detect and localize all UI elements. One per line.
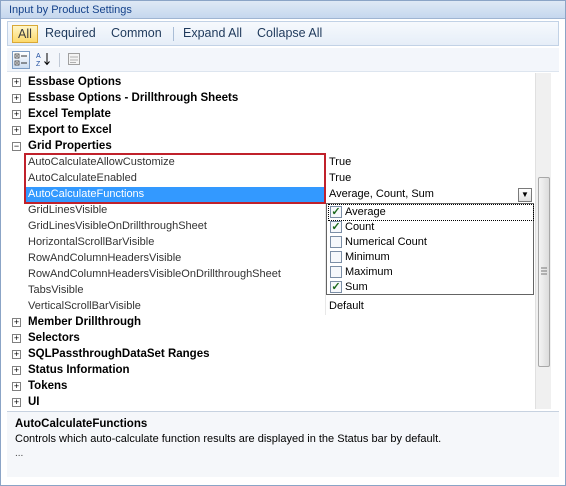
option-label: Count [345, 221, 375, 233]
property-value[interactable]: True [329, 156, 351, 168]
option-label: Numerical Count [345, 236, 427, 248]
vertical-scrollbar[interactable] [535, 73, 551, 409]
categorized-icon[interactable] [12, 51, 30, 69]
dropdown-arrow-button[interactable]: ▼ [518, 188, 532, 202]
property-value[interactable]: Default [329, 300, 364, 312]
dropdown-option-minimum[interactable]: Minimum [329, 250, 533, 265]
option-label: Average [345, 206, 386, 218]
filter-common-button[interactable]: Common [106, 25, 167, 43]
filter-required-button[interactable]: Required [40, 25, 101, 43]
category-tokens[interactable]: + Tokens [7, 379, 535, 395]
toolbar-separator [59, 53, 60, 67]
column-divider [325, 299, 326, 315]
property-value[interactable]: True [329, 172, 351, 184]
property-toolbar: A Z [7, 48, 559, 72]
expand-icon[interactable]: + [12, 366, 21, 375]
category-label: Essbase Options - Drillthrough Sheets [28, 92, 239, 104]
category-label: Status Information [28, 364, 130, 376]
property-name: GridLinesVisible [28, 204, 108, 216]
expand-all-button[interactable]: Expand All [178, 25, 247, 43]
property-name: TabsVisible [28, 284, 84, 296]
checkbox-checked[interactable]: ✓ [330, 206, 342, 218]
collapse-all-button[interactable]: Collapse All [252, 25, 327, 43]
property-name: HorizontalScrollBarVisible [28, 236, 155, 248]
dropdown-option-maximum[interactable]: Maximum [329, 265, 533, 280]
category-member-drillthrough[interactable]: + Member Drillthrough [7, 315, 535, 331]
alphabetical-sort-icon[interactable]: A Z [34, 51, 52, 69]
expand-icon[interactable]: + [12, 382, 21, 391]
property-name: GridLinesVisibleOnDrillthroughSheet [28, 220, 207, 232]
expand-icon[interactable]: + [12, 398, 21, 407]
category-sqlpassthrough[interactable]: + SQLPassthroughDataSet Ranges [7, 347, 535, 363]
category-label: Essbase Options [28, 76, 122, 88]
category-grid-properties[interactable]: − Grid Properties [7, 139, 535, 155]
expand-icon[interactable]: + [12, 318, 21, 327]
expand-icon[interactable]: + [12, 94, 21, 103]
help-ellipsis: ... [15, 448, 24, 459]
column-divider [325, 171, 326, 187]
help-description: Controls which auto-calculate function r… [15, 433, 442, 445]
option-label: Minimum [345, 251, 390, 263]
dropdown-option-count[interactable]: ✓ Count [329, 220, 533, 235]
category-ui[interactable]: + UI [7, 395, 535, 409]
property-row[interactable]: AutoCalculateEnabled True [7, 171, 535, 187]
collapse-icon[interactable]: − [12, 142, 21, 151]
category-label: Tokens [28, 380, 68, 392]
filter-bar: All Required Common Expand All Collapse … [7, 21, 559, 46]
filter-separator [173, 27, 174, 41]
scrollbar-thumb[interactable] [538, 177, 550, 367]
property-name: RowAndColumnHeadersVisible [28, 252, 182, 264]
option-label: Maximum [345, 266, 393, 278]
category-excel-template[interactable]: + Excel Template [7, 107, 535, 123]
svg-text:Z: Z [36, 61, 41, 67]
property-row-selected[interactable]: AutoCalculateFunctions Average, Count, S… [7, 187, 535, 203]
window-title: Input by Product Settings [9, 4, 132, 16]
filter-all-button[interactable]: All [12, 25, 38, 43]
category-label: SQLPassthroughDataSet Ranges [28, 348, 210, 360]
dropdown-option-numerical-count[interactable]: Numerical Count [329, 235, 533, 250]
checkbox-checked[interactable]: ✓ [330, 281, 342, 293]
checkbox-unchecked[interactable] [330, 266, 342, 278]
category-essbase-options[interactable]: + Essbase Options [7, 75, 535, 91]
dropdown-option-average[interactable]: ✓ Average [328, 204, 534, 221]
help-title: AutoCalculateFunctions [15, 418, 148, 430]
checkbox-unchecked[interactable] [330, 251, 342, 263]
property-name: AutoCalculateFunctions [28, 188, 145, 200]
property-name: AutoCalculateEnabled [28, 172, 137, 184]
category-selectors[interactable]: + Selectors [7, 331, 535, 347]
category-label: Export to Excel [28, 124, 112, 136]
property-row[interactable]: AutoCalculateAllowCustomize True [7, 155, 535, 171]
property-row[interactable]: VerticalScrollBarVisible Default [7, 299, 535, 315]
category-export-to-excel[interactable]: + Export to Excel [7, 123, 535, 139]
category-label: Grid Properties [28, 140, 112, 152]
expand-icon[interactable]: + [12, 334, 21, 343]
title-bar: Input by Product Settings [1, 1, 565, 19]
settings-window: Input by Product Settings All Required C… [0, 0, 566, 486]
help-pane: AutoCalculateFunctions Controls which au… [7, 411, 559, 477]
category-label: Selectors [28, 332, 80, 344]
column-divider [325, 155, 326, 171]
property-pages-icon[interactable] [65, 51, 83, 69]
property-name: RowAndColumnHeadersVisibleOnDrillthrough… [28, 268, 281, 280]
svg-text:A: A [36, 53, 41, 60]
category-label: Member Drillthrough [28, 316, 142, 328]
expand-icon[interactable]: + [12, 78, 21, 87]
category-label: UI [28, 396, 40, 408]
checkbox-unchecked[interactable] [330, 236, 342, 248]
property-name: AutoCalculateAllowCustomize [28, 156, 175, 168]
property-name: VerticalScrollBarVisible [28, 300, 141, 312]
expand-icon[interactable]: + [12, 110, 21, 119]
category-status-information[interactable]: + Status Information [7, 363, 535, 379]
category-essbase-options-drillthrough[interactable]: + Essbase Options - Drillthrough Sheets [7, 91, 535, 107]
category-label: Excel Template [28, 108, 111, 120]
functions-dropdown-list: ✓ Average ✓ Count Numerical Count Minimu… [326, 203, 534, 295]
dropdown-option-sum[interactable]: ✓ Sum [329, 280, 533, 295]
expand-icon[interactable]: + [12, 126, 21, 135]
grip-icon [541, 267, 547, 275]
expand-icon[interactable]: + [12, 350, 21, 359]
option-label: Sum [345, 281, 368, 293]
checkbox-checked[interactable]: ✓ [330, 221, 342, 233]
property-value-editor[interactable]: Average, Count, Sum [329, 188, 434, 200]
